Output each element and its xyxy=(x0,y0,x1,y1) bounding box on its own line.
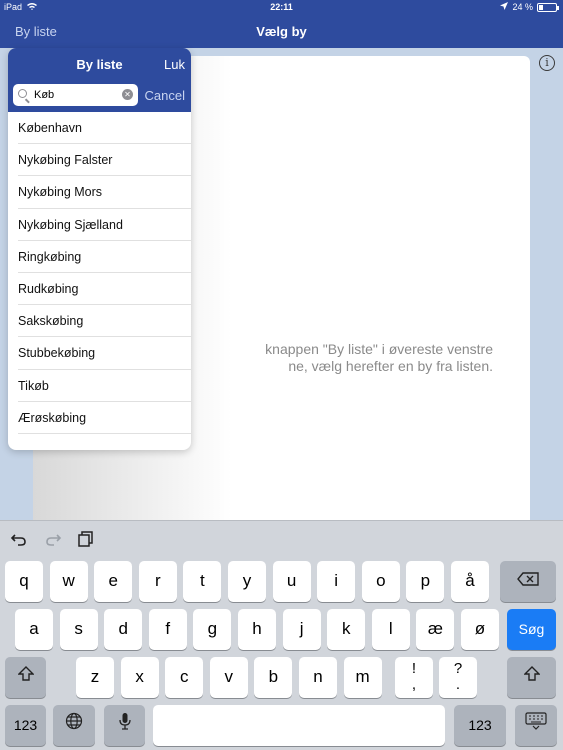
redo-icon[interactable] xyxy=(44,531,62,552)
keyboard-toolbar xyxy=(0,531,200,553)
clear-icon[interactable]: ✕ xyxy=(122,89,133,100)
list-item[interactable]: Tikøb xyxy=(18,370,191,402)
cancel-button[interactable]: Cancel xyxy=(145,88,185,103)
globe-key[interactable] xyxy=(53,705,95,746)
key-w[interactable]: w xyxy=(49,561,88,602)
space-key[interactable] xyxy=(153,705,445,746)
keyboard-dismiss-icon xyxy=(525,712,547,734)
search-field[interactable]: ✕ xyxy=(13,84,138,106)
numbers-key-left[interactable]: 123 xyxy=(5,705,46,746)
search-bar: ✕ Cancel xyxy=(8,80,191,112)
search-icon xyxy=(18,89,27,98)
key-o[interactable]: o xyxy=(361,561,400,602)
key-g[interactable]: g xyxy=(193,609,232,650)
key-r[interactable]: r xyxy=(138,561,177,602)
key-ø[interactable]: ø xyxy=(461,609,499,650)
list-item[interactable]: Stubbekøbing xyxy=(18,337,191,370)
list-item[interactable]: Nykøbing Falster xyxy=(18,144,191,177)
city-list: København Nykøbing Falster Nykøbing Mors… xyxy=(8,112,191,434)
list-item[interactable]: Ærøskøbing xyxy=(18,402,191,434)
microphone-icon xyxy=(118,713,131,734)
key-k[interactable]: k xyxy=(327,609,366,650)
status-bar: iPad 22:11 24 % xyxy=(0,0,563,16)
key-å[interactable]: å xyxy=(451,561,489,602)
list-item[interactable]: Rudkøbing xyxy=(18,273,191,306)
key-d[interactable]: d xyxy=(104,609,143,650)
key-u[interactable]: u xyxy=(272,561,311,602)
battery-percent: 24 % xyxy=(512,2,533,12)
paste-icon[interactable] xyxy=(78,531,94,552)
shift-icon xyxy=(16,666,35,686)
key-l[interactable]: l xyxy=(371,609,410,650)
list-item[interactable]: Ringkøbing xyxy=(18,241,191,273)
popover-header: By liste Luk xyxy=(8,48,191,80)
list-item[interactable]: Nykøbing Mors xyxy=(18,176,191,209)
key-j[interactable]: j xyxy=(282,609,321,650)
key-c[interactable]: c xyxy=(165,657,204,698)
key-v[interactable]: v xyxy=(209,657,248,698)
question-period-key[interactable]: ? . xyxy=(439,657,477,698)
list-item[interactable]: Sakskøbing xyxy=(18,305,191,338)
key-n[interactable]: n xyxy=(299,657,337,698)
key-q[interactable]: q xyxy=(5,561,43,602)
popover-arrow xyxy=(28,40,44,48)
key-æ[interactable]: æ xyxy=(416,609,455,650)
key-p[interactable]: p xyxy=(406,561,445,602)
backspace-icon xyxy=(517,571,539,590)
exclamation-comma-key[interactable]: ! , xyxy=(395,657,433,698)
shift-right-key[interactable] xyxy=(507,657,556,698)
key-y[interactable]: y xyxy=(228,561,266,602)
key-e[interactable]: e xyxy=(94,561,133,602)
navigation-bar: By liste Vælg by xyxy=(0,16,563,48)
key-i[interactable]: i xyxy=(317,561,356,602)
page-title: Vælg by xyxy=(256,24,307,39)
search-input[interactable] xyxy=(34,87,114,103)
status-time: 22:11 xyxy=(270,2,293,12)
location-icon xyxy=(500,2,509,12)
shift-left-key[interactable] xyxy=(5,657,46,698)
key-a[interactable]: a xyxy=(15,609,53,650)
key-f[interactable]: f xyxy=(148,609,187,650)
key-t[interactable]: t xyxy=(183,561,222,602)
search-key[interactable]: Søg xyxy=(507,609,556,650)
key-z[interactable]: z xyxy=(76,657,114,698)
key-x[interactable]: x xyxy=(120,657,159,698)
undo-icon[interactable] xyxy=(10,531,28,552)
list-item[interactable]: København xyxy=(18,112,191,145)
city-list-popover: By liste Luk ✕ Cancel København Nykøbing… xyxy=(8,48,191,450)
close-button[interactable]: Luk xyxy=(164,57,185,72)
info-icon[interactable]: i xyxy=(539,55,555,71)
key-h[interactable]: h xyxy=(238,609,276,650)
key-s[interactable]: s xyxy=(59,609,98,650)
shift-icon xyxy=(522,666,541,686)
dismiss-keyboard-key[interactable] xyxy=(515,705,557,746)
numbers-key-right[interactable]: 123 xyxy=(454,705,506,746)
microphone-key[interactable] xyxy=(104,705,145,746)
battery-icon xyxy=(537,2,559,12)
key-b[interactable]: b xyxy=(254,657,293,698)
globe-icon xyxy=(65,712,83,734)
key-m[interactable]: m xyxy=(343,657,382,698)
list-item[interactable]: Nykøbing Sjælland xyxy=(18,209,191,241)
backspace-key[interactable] xyxy=(500,561,556,602)
keyboard: qwertyuiopå asdfghjklæø zxcvbnm Søg ! , … xyxy=(0,520,563,750)
